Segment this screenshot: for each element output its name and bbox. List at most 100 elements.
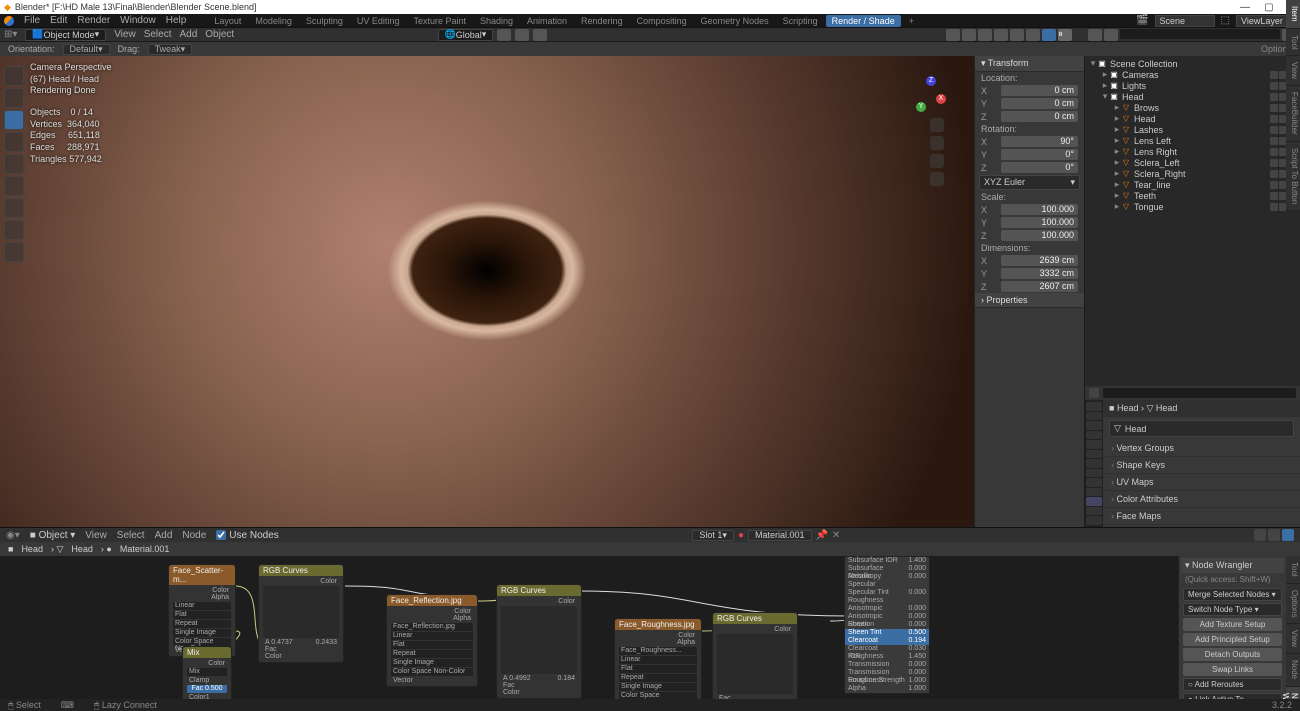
ws-shading[interactable]: Shading <box>474 15 519 27</box>
outliner-item[interactable]: ▸▽Sclera_Right <box>1087 168 1298 179</box>
outliner-editor-icon[interactable] <box>1088 29 1102 41</box>
ws-sculpting[interactable]: Sculpting <box>300 15 349 27</box>
outliner-display-icon[interactable] <box>1104 29 1118 41</box>
node-principled-bsdf[interactable]: Subsurface IOR1.400Subsurface Anisotropy… <box>844 556 930 694</box>
ws-modeling[interactable]: Modeling <box>249 15 298 27</box>
ne-view[interactable]: View <box>85 530 107 541</box>
pt-particle-icon[interactable] <box>1086 469 1102 478</box>
node-rgbcurves-2[interactable]: RGB Curves Color A 0.49920.184 Fac Color <box>496 584 582 699</box>
loc-y[interactable]: 0 cm <box>1001 98 1078 109</box>
tab-view[interactable]: View <box>1286 56 1300 86</box>
scl-y[interactable]: 100.000 <box>1001 217 1078 228</box>
ws-comp[interactable]: Compositing <box>631 15 693 27</box>
outliner-item[interactable]: ▸▽Head <box>1087 113 1298 124</box>
nvt-wrangler[interactable]: Node Wra... <box>1286 687 1300 699</box>
shading-matprev-icon[interactable] <box>1026 29 1040 41</box>
rot-mode[interactable]: XYZ Euler▾ <box>979 175 1080 190</box>
nw-reroute[interactable]: ○ Add Reroutes <box>1183 678 1282 691</box>
nw-addprin[interactable]: Add Principled Setup <box>1183 633 1282 646</box>
pt-object-icon[interactable] <box>1086 450 1102 459</box>
props-search[interactable] <box>1103 388 1296 398</box>
mesh-name-field[interactable]: ▽ Head <box>1109 420 1294 437</box>
tab-item[interactable]: Item <box>1286 0 1300 29</box>
tool-move-icon[interactable] <box>4 110 24 130</box>
tool-transform-icon[interactable] <box>4 176 24 196</box>
tab-facebuilder[interactable]: FaceBuilder <box>1286 86 1300 142</box>
dim-z[interactable]: 2607 cm <box>1001 281 1078 292</box>
zoom-icon[interactable] <box>930 118 944 132</box>
material-selector[interactable]: Material.001 <box>748 530 812 541</box>
persp-icon[interactable] <box>930 172 944 186</box>
nw-switch[interactable]: Switch Node Type ▾ <box>1183 603 1282 616</box>
ne-add[interactable]: Add <box>155 530 173 541</box>
tool-scale-icon[interactable] <box>4 154 24 174</box>
props-panel[interactable]: Color Attributes <box>1103 491 1300 508</box>
overlay-toggle-icon[interactable] <box>946 29 960 41</box>
shading-rendered-icon[interactable] <box>1042 29 1056 41</box>
menu-window[interactable]: Window <box>120 15 156 26</box>
node-mix[interactable]: Mix Color Mix Clamp Fac 0.500 Color1 Col… <box>182 646 232 699</box>
nw-detach[interactable]: Detach Outputs <box>1183 648 1282 661</box>
scl-z[interactable]: 100.000 <box>1001 230 1078 241</box>
dim-y[interactable]: 3332 cm <box>1001 268 1078 279</box>
panel-properties[interactable]: › Properties <box>975 293 1084 308</box>
nw-merge[interactable]: Merge Selected Nodes ▾ <box>1183 588 1282 601</box>
snap-icon[interactable] <box>515 29 529 41</box>
vp-menu-object[interactable]: Object <box>205 29 234 40</box>
ws-render[interactable]: Rendering <box>575 15 629 27</box>
ws-rendershade[interactable]: Render / Shade <box>826 15 901 27</box>
nw-linkactive[interactable]: ● Link Active To Selected ▾ <box>1183 693 1282 699</box>
loc-z[interactable]: 0 cm <box>1001 111 1078 122</box>
nvt-options[interactable]: Options <box>1286 584 1300 625</box>
tool-annotate-icon[interactable] <box>4 198 24 218</box>
outliner-item[interactable]: ▸▽Lashes <box>1087 124 1298 135</box>
nw-swap[interactable]: Swap Links <box>1183 663 1282 676</box>
outliner-root[interactable]: ▾▣Scene Collection <box>1087 58 1298 69</box>
ws-anim[interactable]: Animation <box>521 15 573 27</box>
node-image-roughness[interactable]: Face_Roughness.jpg Color Alpha Face_Roug… <box>614 618 702 699</box>
outliner-item[interactable]: ▸▽Teeth <box>1087 190 1298 201</box>
props-panel[interactable]: Vertex Groups <box>1103 440 1300 457</box>
slot-selector[interactable]: Slot 1 ▾ <box>692 530 734 541</box>
menu-file[interactable]: File <box>24 15 40 26</box>
tool-rotate-icon[interactable] <box>4 132 24 152</box>
tool-cursor-icon[interactable] <box>4 88 24 108</box>
shading-wire-icon[interactable] <box>994 29 1008 41</box>
node-image-reflection[interactable]: Face_Reflection.jpg Color Alpha Face_Ref… <box>386 594 478 687</box>
ne-node[interactable]: Node <box>182 530 206 541</box>
pt-output-icon[interactable] <box>1086 412 1102 421</box>
ws-layout[interactable]: Layout <box>208 15 247 27</box>
vp-menu-view[interactable]: View <box>114 29 136 40</box>
pt-physics-icon[interactable] <box>1086 478 1102 487</box>
node-type-sel[interactable]: ■ Object ▾ <box>30 530 76 541</box>
ne-backdrop-icon[interactable] <box>1282 529 1294 541</box>
menu-help[interactable]: Help <box>166 15 187 26</box>
pan-icon[interactable] <box>930 136 944 150</box>
pt-constraint-icon[interactable] <box>1086 488 1102 497</box>
ws-uv[interactable]: UV Editing <box>351 15 406 27</box>
ws-texpaint[interactable]: Texture Paint <box>407 15 472 27</box>
gizmo-toggle-icon[interactable] <box>962 29 976 41</box>
ws-geonodes[interactable]: Geometry Nodes <box>695 15 775 27</box>
props-panel[interactable]: UV Maps <box>1103 474 1300 491</box>
tool-measure-icon[interactable] <box>4 220 24 240</box>
props-panel[interactable]: Face Maps <box>1103 508 1300 525</box>
node-rgbcurves-1[interactable]: RGB Curves Color A 0.47370.2433 Fac Colo… <box>258 564 344 663</box>
menu-edit[interactable]: Edit <box>50 15 67 26</box>
vp-menu-select[interactable]: Select <box>144 29 172 40</box>
outliner-item[interactable]: ▸▣Lights <box>1087 80 1298 91</box>
outliner-search[interactable] <box>1120 29 1280 39</box>
pt-world-icon[interactable] <box>1086 440 1102 449</box>
orientation-global[interactable]: 🌐 Global ▾ <box>438 29 494 41</box>
tool-addcube-icon[interactable] <box>4 242 24 262</box>
outliner-item[interactable]: ▸▽Tongue <box>1087 201 1298 212</box>
pt-data-icon[interactable] <box>1086 497 1102 506</box>
propedit-icon[interactable] <box>533 29 547 41</box>
close-slot-icon[interactable]: ✕ <box>832 530 840 541</box>
pivot-icon[interactable] <box>497 29 511 41</box>
outliner-item[interactable]: ▸▽Tear_line <box>1087 179 1298 190</box>
pt-render-icon[interactable] <box>1086 402 1102 411</box>
pause-icon[interactable]: ⏸ <box>1058 29 1072 41</box>
dim-x[interactable]: 2639 cm <box>1001 255 1078 266</box>
menu-render[interactable]: Render <box>77 15 110 26</box>
